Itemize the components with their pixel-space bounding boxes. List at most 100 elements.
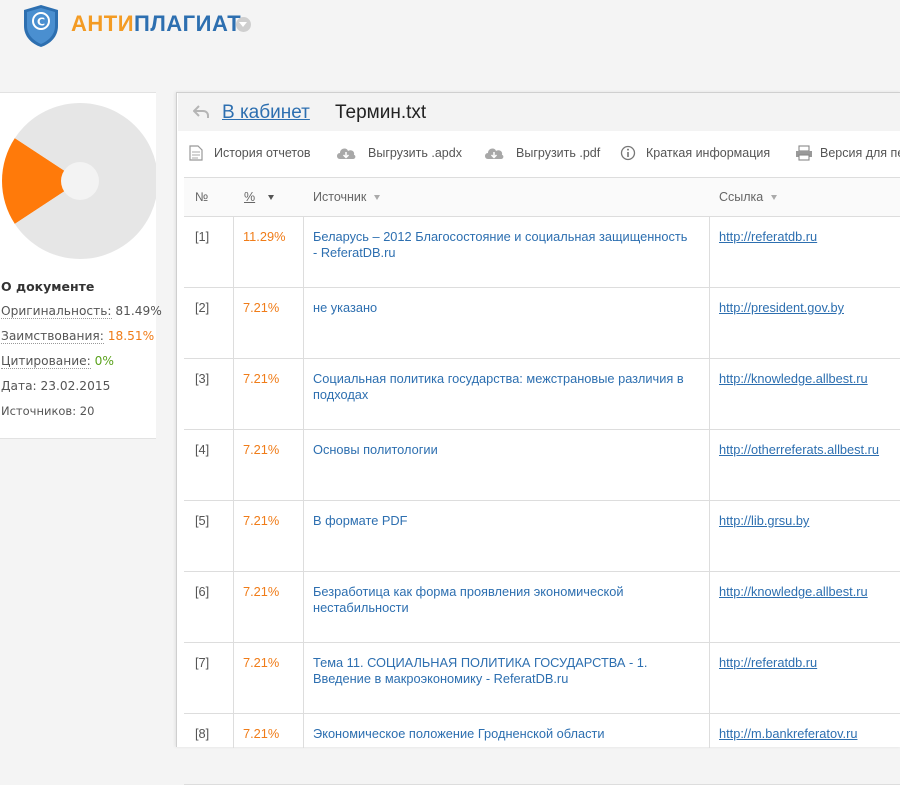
- cabinet-link[interactable]: В кабинет: [222, 102, 310, 124]
- report-panel: В кабинет Термин.txt История отчетов Выг…: [176, 92, 900, 785]
- column-header-source[interactable]: Источник: [313, 178, 381, 216]
- row-percent: 7.21%: [243, 655, 280, 670]
- history-label: История отчетов: [214, 146, 311, 160]
- originality-value: 81.49%: [115, 304, 162, 318]
- export-pdf-label: Выгрузить .pdf: [516, 146, 601, 160]
- row-number: [5]: [195, 513, 210, 528]
- report-header: В кабинет Термин.txt: [178, 93, 900, 131]
- table-row: [6] 7.21% Безработица как форма проявления…: [184, 572, 900, 643]
- row-percent: 7.21%: [243, 442, 280, 457]
- table-row: [2] 7.21% не указано http://president.gov.b…: [184, 288, 900, 359]
- sources-value: 20: [79, 404, 95, 418]
- cloud-download-icon: [337, 148, 356, 159]
- row-percent: 7.21%: [243, 726, 280, 741]
- report-toolbar: История отчетов Выгрузить .apdx Выгрузит…: [189, 142, 900, 164]
- column-header-source-label: Источник: [313, 190, 367, 204]
- row-source[interactable]: Безработица как форма проявления экономи…: [313, 584, 693, 616]
- table-row: [4] 7.21% Основы политологии http://otherre…: [184, 430, 900, 501]
- table-row: [8] 7.21% Экономическое положение Гродненс…: [184, 714, 900, 785]
- table-body: [1] 11.29% Беларусь – 2012 Благосостояние …: [184, 217, 900, 785]
- row-source[interactable]: Беларусь – 2012 Благосостояние и социаль…: [313, 229, 693, 261]
- print-version-button[interactable]: Версия для печати: [795, 144, 900, 162]
- row-percent: 7.21%: [243, 371, 280, 386]
- row-source[interactable]: Социальная политика государства: межстра…: [313, 371, 693, 403]
- column-header-num: №: [195, 190, 209, 204]
- borrowing-row: Заимствования: 18.51%: [1, 328, 156, 353]
- row-link[interactable]: http://president.gov.by: [719, 300, 844, 316]
- document-info-title: О документе: [1, 279, 95, 294]
- info-icon: [620, 145, 636, 161]
- chevron-down-icon[interactable]: [236, 17, 251, 32]
- row-link[interactable]: http://lib.grsu.by: [719, 513, 809, 529]
- shield-logo-icon: C: [24, 5, 58, 47]
- row-number: [1]: [195, 229, 210, 244]
- citation-row: Цитирование: 0%: [1, 353, 156, 378]
- back-arrow-icon[interactable]: [193, 105, 209, 119]
- row-link[interactable]: http://referatdb.ru: [719, 229, 817, 245]
- row-source[interactable]: В формате PDF: [313, 513, 693, 529]
- sources-table: № % Источник Ссылка [1] 11.29% Беларусь – …: [184, 177, 900, 785]
- printer-icon: [796, 145, 812, 161]
- brief-info-label: Краткая информация: [646, 146, 771, 160]
- row-number: [7]: [195, 655, 210, 670]
- document-info: О документе Оригинальность: 81.49% Заимс…: [1, 279, 162, 428]
- table-row: [3] 7.21% Социальная политика государства:…: [184, 359, 900, 430]
- row-source[interactable]: не указано: [313, 300, 693, 316]
- row-number: [4]: [195, 442, 210, 457]
- originality-row: Оригинальность: 81.49%: [1, 303, 162, 328]
- brief-info-button[interactable]: Краткая информация: [620, 144, 790, 162]
- row-percent: 7.21%: [243, 513, 280, 528]
- top-header: C АНТИПЛАГИАТ: [0, 0, 900, 90]
- originality-label[interactable]: Оригинальность:: [1, 304, 112, 319]
- table-header: № % Источник Ссылка: [184, 178, 900, 217]
- export-apdx-label: Выгрузить .apdx: [368, 146, 462, 160]
- document-title: Термин.txt: [335, 102, 427, 123]
- row-percent: 7.21%: [243, 584, 280, 599]
- export-pdf-button[interactable]: Выгрузить .pdf: [483, 144, 613, 162]
- sort-desc-icon: [268, 195, 275, 201]
- row-source[interactable]: Тема 11. СОЦИАЛЬНАЯ ПОЛИТИКА ГОСУДАРСТВА…: [313, 655, 693, 687]
- column-header-link[interactable]: Ссылка: [719, 178, 778, 216]
- cloud-download-icon: [485, 148, 504, 159]
- sort-icon: [771, 195, 778, 201]
- citation-label[interactable]: Цитирование:: [1, 354, 91, 369]
- originality-pie-chart: [1, 103, 156, 259]
- borrowing-label[interactable]: Заимствования:: [1, 329, 104, 344]
- document-icon: [189, 145, 203, 161]
- row-number: [3]: [195, 371, 210, 386]
- row-number: [6]: [195, 584, 210, 599]
- date-label: Дата:: [1, 379, 37, 393]
- sources-label: Источников:: [1, 404, 77, 418]
- row-number: [2]: [195, 300, 210, 315]
- row-link[interactable]: http://knowledge.allbest.ru: [719, 371, 868, 387]
- pie-center-hole: [61, 162, 99, 200]
- row-source[interactable]: Экономическое положение Гродненской обла…: [313, 726, 693, 742]
- row-percent: 11.29%: [243, 229, 286, 244]
- borrowing-value: 18.51%: [107, 329, 155, 343]
- row-percent: 7.21%: [243, 300, 280, 315]
- row-source[interactable]: Основы политологии: [313, 442, 693, 458]
- brand-part-1: АНТИ: [71, 11, 135, 36]
- export-apdx-button[interactable]: Выгрузить .apdx: [335, 144, 477, 162]
- brand-name[interactable]: АНТИПЛАГИАТ: [71, 11, 241, 37]
- row-number: [8]: [195, 726, 210, 741]
- table-row: [5] 7.21% В формате PDF http://lib.grsu.by: [184, 501, 900, 572]
- brand-part-2: ПЛАГИАТ: [134, 11, 242, 36]
- table-row: [7] 7.21% Тема 11. СОЦИАЛЬНАЯ ПОЛИТИКА ГОС…: [184, 643, 900, 714]
- sources-row: Источников: 20: [1, 403, 156, 428]
- column-header-link-label: Ссылка: [719, 190, 764, 204]
- document-summary-panel: О документе Оригинальность: 81.49% Заимс…: [0, 92, 162, 439]
- date-value: 23.02.2015: [40, 379, 111, 393]
- column-header-percent-label: %: [244, 190, 256, 204]
- row-link[interactable]: http://knowledge.allbest.ru: [719, 584, 868, 600]
- citation-value: 0%: [94, 354, 114, 368]
- row-link[interactable]: http://m.bankreferatov.ru: [719, 726, 857, 742]
- column-header-percent[interactable]: %: [244, 178, 275, 216]
- date-row: Дата: 23.02.2015: [1, 378, 156, 403]
- table-row: [1] 11.29% Беларусь – 2012 Благосостояние …: [184, 217, 900, 288]
- row-link[interactable]: http://referatdb.ru: [719, 655, 817, 671]
- sort-icon: [374, 195, 381, 201]
- print-version-label: Версия для печати: [820, 146, 900, 160]
- history-button[interactable]: История отчетов: [189, 144, 329, 162]
- row-link[interactable]: http://otherreferats.allbest.ru: [719, 442, 879, 458]
